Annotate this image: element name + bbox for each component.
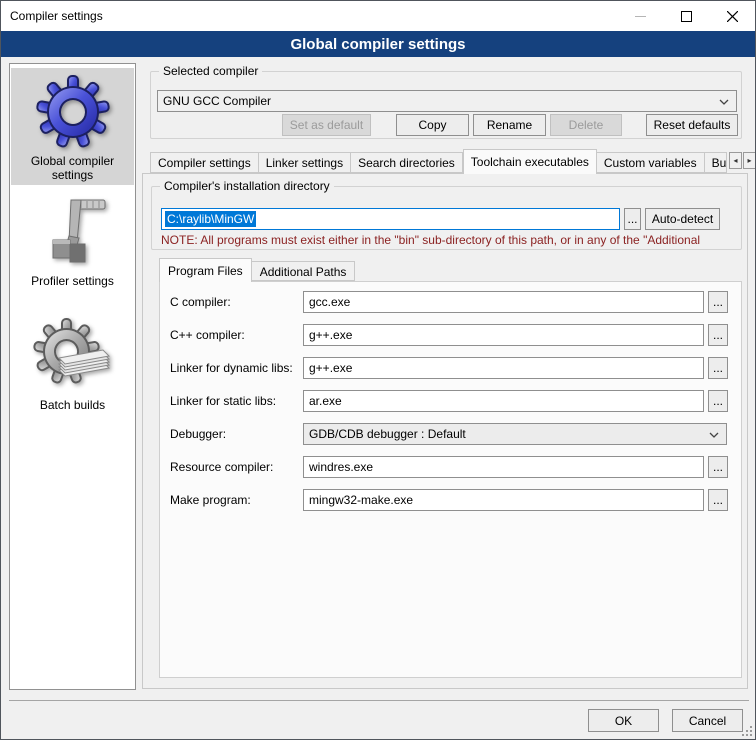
- linker-static-browse-button[interactable]: ...: [708, 390, 728, 412]
- tab-additional-paths[interactable]: Additional Paths: [252, 261, 356, 281]
- copy-button[interactable]: Copy: [396, 114, 469, 136]
- close-icon: [727, 11, 738, 22]
- window-title: Compiler settings: [10, 9, 103, 23]
- arrow-right-icon: ▸: [747, 156, 751, 165]
- reset-defaults-button[interactable]: Reset defaults: [646, 114, 738, 136]
- sidebar-item-label: Global compiler settings: [21, 154, 125, 182]
- chevron-down-icon: [709, 432, 719, 438]
- installation-directory-group: Compiler's installation directory C:\ray…: [151, 186, 742, 250]
- c-compiler-label: C compiler:: [170, 291, 231, 313]
- installation-directory-input[interactable]: C:\raylib\MinGW: [161, 208, 620, 230]
- page-title: Global compiler settings: [290, 36, 465, 53]
- linker-dynamic-label: Linker for dynamic libs:: [170, 357, 293, 379]
- chevron-down-icon: [719, 99, 729, 105]
- linker-dynamic-browse-button[interactable]: ...: [708, 357, 728, 379]
- tab-custom-variables[interactable]: Custom variables: [597, 152, 705, 173]
- resource-compiler-browse-button[interactable]: ...: [708, 456, 728, 478]
- auto-detect-button[interactable]: Auto-detect: [645, 208, 720, 230]
- selected-compiler-legend: Selected compiler: [159, 64, 262, 78]
- tab-build-options[interactable]: Build options: [705, 152, 727, 173]
- c-compiler-browse-button[interactable]: ...: [708, 291, 728, 313]
- caliper-icon: [35, 196, 111, 270]
- gray-gear-stack-icon: [33, 318, 113, 394]
- resize-grip[interactable]: [742, 726, 752, 736]
- resource-compiler-label: Resource compiler:: [170, 456, 273, 478]
- linker-dynamic-input[interactable]: [303, 357, 704, 379]
- settings-sidebar: Global compiler settings Profiler settin…: [9, 63, 136, 690]
- linker-static-input[interactable]: [303, 390, 704, 412]
- sidebar-item-batch-builds[interactable]: Batch builds: [11, 312, 134, 429]
- dialog-header: Global compiler settings: [1, 31, 755, 57]
- delete-button: Delete: [550, 114, 622, 136]
- sidebar-item-global-compiler-settings[interactable]: Global compiler settings: [11, 68, 134, 185]
- set-as-default-button: Set as default: [282, 114, 371, 136]
- close-button[interactable]: [709, 1, 755, 31]
- compiler-settings-dialog: Compiler settings Global compiler settin…: [0, 0, 756, 740]
- ok-button[interactable]: OK: [588, 709, 659, 732]
- minimize-button[interactable]: [617, 1, 663, 31]
- selected-compiler-dropdown[interactable]: GNU GCC Compiler: [157, 90, 737, 112]
- maximize-button[interactable]: [663, 1, 709, 31]
- rename-button[interactable]: Rename: [473, 114, 546, 136]
- cpp-compiler-input[interactable]: [303, 324, 704, 346]
- tab-search-directories[interactable]: Search directories: [351, 152, 463, 173]
- tab-compiler-settings[interactable]: Compiler settings: [150, 152, 259, 173]
- maximize-icon: [681, 11, 692, 22]
- program-files-page: C compiler: ... C++ compiler: ... Linker…: [159, 281, 742, 678]
- linker-static-label: Linker for static libs:: [170, 390, 276, 412]
- installation-directory-legend: Compiler's installation directory: [160, 179, 334, 193]
- selected-compiler-value: GNU GCC Compiler: [163, 94, 271, 108]
- make-program-input[interactable]: [303, 489, 704, 511]
- tab-scroll-left-button[interactable]: ◂: [729, 152, 742, 169]
- cpp-compiler-label: C++ compiler:: [170, 324, 245, 346]
- sidebar-item-label: Batch builds: [21, 398, 125, 412]
- debugger-dropdown[interactable]: GDB/CDB debugger : Default: [303, 423, 727, 445]
- titlebar: Compiler settings: [1, 1, 755, 31]
- sidebar-item-label: Profiler settings: [21, 274, 125, 288]
- c-compiler-input[interactable]: [303, 291, 704, 313]
- debugger-label: Debugger:: [170, 423, 226, 445]
- program-files-tabstrip: Program Files Additional Paths: [159, 258, 355, 282]
- make-program-browse-button[interactable]: ...: [708, 489, 728, 511]
- cancel-button[interactable]: Cancel: [672, 709, 743, 732]
- sidebar-item-profiler-settings[interactable]: Profiler settings: [11, 190, 134, 307]
- installation-directory-selected-text: C:\raylib\MinGW: [165, 211, 256, 227]
- blue-gear-icon: [35, 74, 111, 150]
- arrow-left-icon: ◂: [733, 156, 737, 165]
- cpp-compiler-browse-button[interactable]: ...: [708, 324, 728, 346]
- tab-scroll-right-button[interactable]: ▸: [743, 152, 756, 169]
- footer-separator: [9, 700, 749, 701]
- tab-toolchain-executables[interactable]: Toolchain executables: [463, 149, 597, 174]
- installation-directory-browse-button[interactable]: ...: [624, 208, 641, 230]
- minimize-icon: [635, 11, 646, 22]
- tab-linker-settings[interactable]: Linker settings: [259, 152, 351, 173]
- make-program-label: Make program:: [170, 489, 251, 511]
- resource-compiler-input[interactable]: [303, 456, 704, 478]
- installation-directory-note: NOTE: All programs must exist either in …: [161, 233, 739, 247]
- debugger-value: GDB/CDB debugger : Default: [309, 427, 466, 441]
- tab-program-files[interactable]: Program Files: [159, 258, 252, 282]
- compiler-settings-tabstrip: Compiler settings Linker settings Search…: [150, 149, 727, 174]
